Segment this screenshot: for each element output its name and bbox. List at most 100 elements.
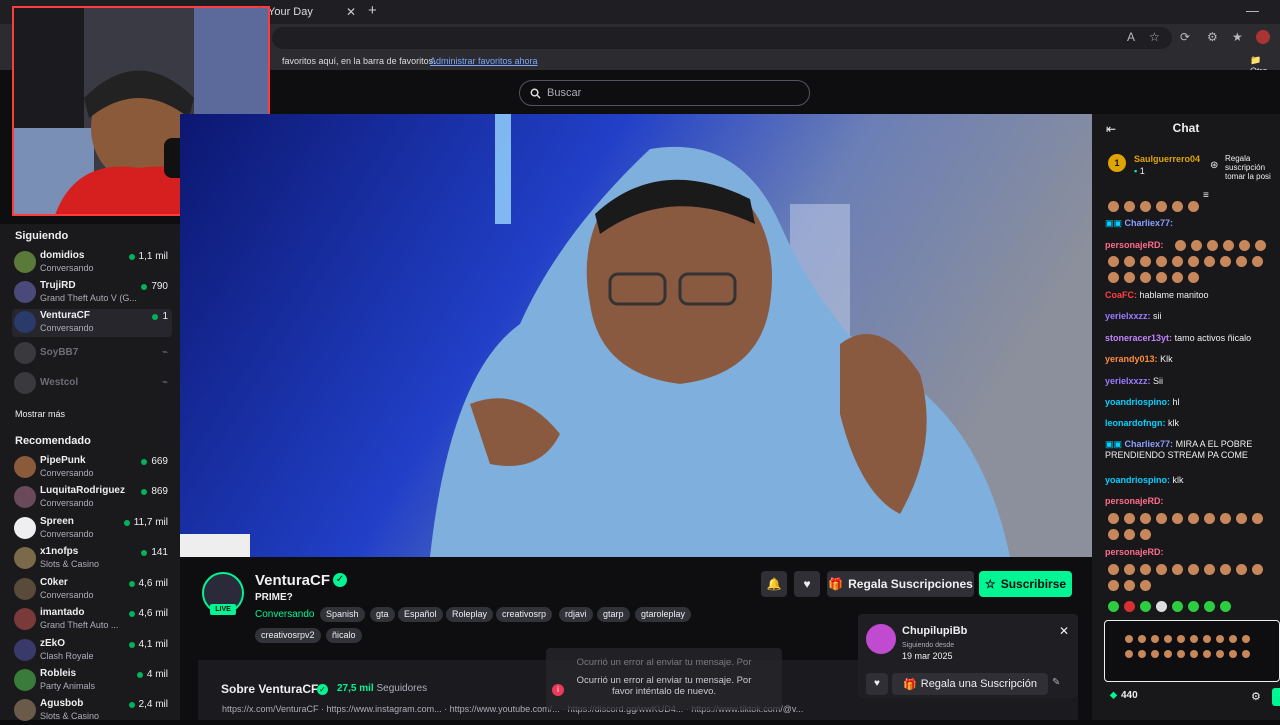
avatar — [14, 251, 36, 273]
sidebar-channel-spreen[interactable]: Spreen Conversando 11,7 mil — [12, 515, 172, 543]
emote-picker-row[interactable] — [1108, 601, 1231, 612]
chat-settings-gear-icon[interactable]: ⚙ — [1251, 690, 1261, 703]
live-dot-icon — [141, 458, 148, 465]
sidebar-channel-luquitarodriguez[interactable]: LuquitaRodriguez Conversando 869 — [12, 484, 172, 512]
emote-row — [1108, 256, 1263, 267]
viewer-count: 11,7 mil — [123, 517, 168, 528]
sidebar-channel-venturacf[interactable]: VenturaCF Conversando 1 — [12, 309, 172, 337]
channel-points[interactable]: ⬥ 440 — [1110, 690, 1138, 701]
scroll-handle-icon[interactable]: ≡ — [1203, 190, 1209, 201]
sidebar-channel-x1nofps[interactable]: x1nofps Slots & Casino 141 — [12, 545, 172, 573]
favorite-star-icon[interactable]: ☆ — [1149, 30, 1160, 44]
refresh-icon[interactable]: ⟳ — [1180, 30, 1190, 44]
about-title: Sobre VenturaCF — [221, 682, 319, 696]
tag[interactable]: Roleplay — [446, 607, 494, 622]
chat-message: yoandriospino: hl — [1105, 397, 1180, 407]
sidebar-channel-trujird[interactable]: TrujiRD Grand Theft Auto V (G... 790 — [12, 279, 172, 307]
follow-heart-icon[interactable]: ♥ — [794, 571, 820, 597]
close-icon[interactable]: ✕ — [1059, 624, 1069, 638]
viewer-count: 1,1 mil — [128, 251, 168, 262]
live-dot-icon — [141, 283, 148, 290]
tag[interactable]: Spanish — [320, 607, 365, 622]
streamer-name[interactable]: VenturaCF — [255, 572, 330, 589]
sidebar-channel-westcol[interactable]: Westcol ⌁ — [12, 370, 172, 398]
avatar — [14, 486, 36, 508]
chat-message: ▣▣ Charliex77: MIRA A EL POBRE PRENDIEND… — [1105, 439, 1253, 460]
viewer-count: 4,6 mil — [128, 578, 168, 589]
gift-subscriptions-button[interactable]: 🎁 Regala Suscripciones — [827, 571, 974, 597]
sidebar-channel-pipepunk[interactable]: PipePunk Conversando 669 — [12, 454, 172, 482]
new-tab-icon[interactable]: + — [368, 2, 377, 19]
gift-one-sub-button[interactable]: 🎁 Regala una Suscripción — [892, 673, 1048, 695]
x-link[interactable]: https://x.com/VenturaCF — [222, 704, 319, 714]
tag[interactable]: ñicalo — [326, 628, 362, 643]
pinned-count: ▪ 1 — [1134, 166, 1145, 176]
notifications-bell-icon[interactable]: 🔔 — [761, 571, 787, 597]
viewer-count: 1 — [152, 311, 168, 322]
tag[interactable]: rdjavi — [559, 607, 593, 622]
tag[interactable]: gta — [370, 607, 395, 622]
read-aloud-icon[interactable]: A — [1127, 30, 1135, 44]
sidebar-channel-soybb7[interactable]: SoyBB7 ⌁ — [12, 340, 172, 368]
sidebar-channel-agusbob[interactable]: Agusbob Slots & Casino 2,4 mil — [12, 697, 172, 725]
live-dot-icon — [141, 488, 148, 495]
live-dot-icon — [136, 671, 143, 678]
chat-send-button[interactable] — [1272, 688, 1280, 706]
emote-row — [1125, 650, 1250, 658]
manage-favorites-link[interactable]: Administrar favoritos ahora — [430, 56, 538, 66]
chat-message: yoandriospino: klk — [1105, 475, 1184, 485]
live-dot-icon — [128, 580, 135, 587]
viewer-count: 4,6 mil — [128, 608, 168, 619]
tag[interactable]: creativosrp — [496, 607, 553, 622]
heart-icon[interactable]: ♥ — [866, 673, 888, 695]
extensions-icon[interactable]: ⚙ — [1207, 30, 1218, 44]
error-line-2: favor inténtalo de nuevo. — [611, 686, 717, 697]
favorites-icon[interactable]: ★ — [1232, 30, 1243, 44]
instagram-link[interactable]: https://www.instagram.com... — [327, 704, 442, 714]
edit-icon[interactable]: ✎ — [1052, 677, 1060, 688]
sidebar-channel-c0ker[interactable]: C0ker Conversando 4,6 mil — [12, 576, 172, 604]
avatar — [14, 669, 36, 691]
subscribe-button[interactable]: ☆ Suscribirse — [979, 571, 1072, 597]
sidebar-channel-imantado[interactable]: imantado Grand Theft Auto ... 4,6 mil — [12, 606, 172, 634]
emote-row — [1108, 272, 1199, 283]
popup-since-label: Siguiendo desde — [902, 642, 955, 649]
emote-row — [1108, 513, 1263, 524]
sidebar-channel-robleis[interactable]: Robleis Party Animals 4 mil — [12, 667, 172, 695]
chat-message: yerielxxzz: Sii — [1105, 376, 1164, 386]
show-more-link[interactable]: Mostrar más — [15, 409, 65, 419]
chat-message: personajeRD: — [1105, 496, 1164, 506]
sidebar-channel-domidios[interactable]: domidios Conversando 1,1 mil — [12, 249, 172, 277]
tag[interactable]: Español — [398, 607, 443, 622]
favorites-hint: favoritos aquí, en la barra de favoritos… — [282, 56, 436, 66]
channel-name: Westcol — [40, 377, 79, 388]
minimize-icon[interactable]: — — [1246, 3, 1259, 18]
tag[interactable]: gtaroleplay — [635, 607, 692, 622]
sidebar-channel-zeko[interactable]: zEkO Clash Royale 4,1 mil — [12, 637, 172, 665]
stream-category[interactable]: Conversando — [255, 609, 314, 620]
live-dot-icon — [128, 701, 135, 708]
viewer-count: 141 — [141, 547, 168, 558]
avatar — [14, 699, 36, 721]
collapse-chat-icon[interactable]: ⇤ — [1106, 122, 1116, 136]
tag[interactable]: gtarp — [597, 607, 630, 622]
channel-name: x1nofps — [40, 546, 79, 557]
chat-message: leonardofngn: klk — [1105, 418, 1180, 428]
avatar — [14, 311, 36, 333]
tag[interactable]: creativosrpv2 — [255, 628, 321, 643]
avatar — [14, 372, 36, 394]
avatar — [14, 456, 36, 478]
tab-title: Your Day — [268, 6, 313, 18]
channel-game: Slots & Casino — [40, 559, 100, 569]
popup-user: ChupilupiBb — [902, 625, 968, 637]
search-input[interactable]: Buscar — [519, 80, 810, 106]
profile-avatar[interactable] — [1256, 30, 1270, 44]
video-player[interactable] — [180, 114, 1092, 557]
gift-icon: 🎁 — [828, 577, 844, 591]
youtube-link[interactable]: https://www.youtube.com/... — [450, 704, 560, 714]
chat-input[interactable] — [1104, 620, 1280, 682]
address-bar[interactable] — [272, 27, 1172, 49]
channel-name: SoyBB7 — [40, 347, 79, 358]
tab-close-icon[interactable]: ✕ — [346, 5, 356, 19]
channel-game: Grand Theft Auto ... — [40, 620, 119, 630]
